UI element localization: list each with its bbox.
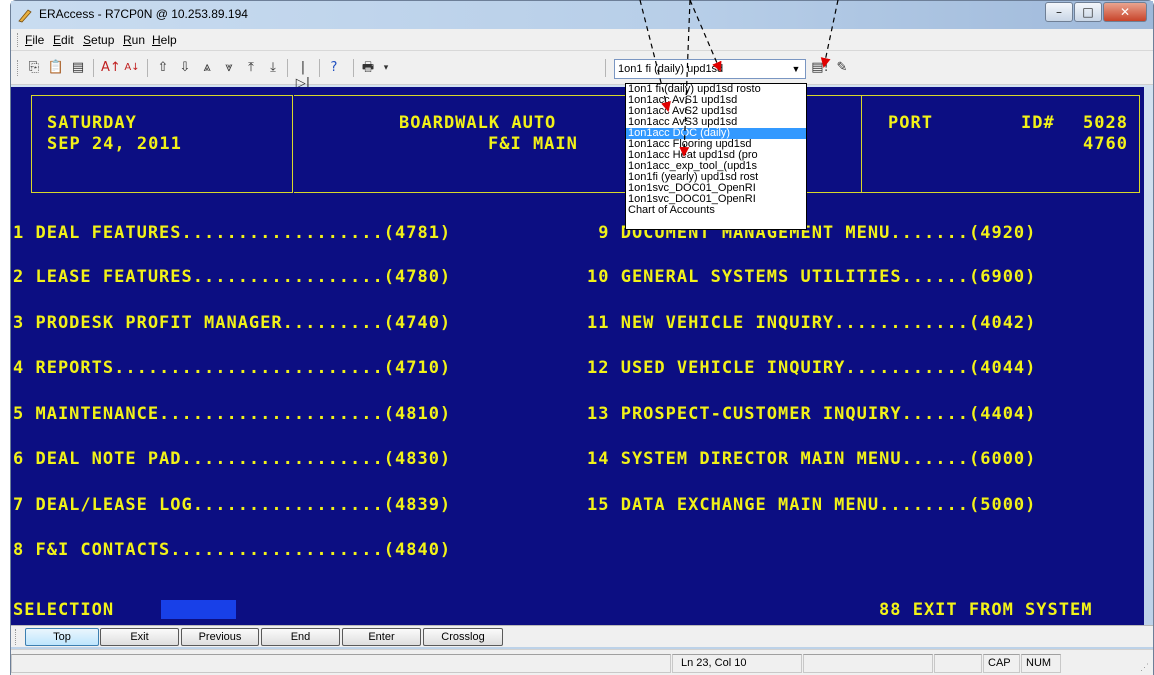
menu-option-right[interactable]: 13 PROSPECT-CUSTOMER INQUIRY......(4404): [587, 404, 1036, 424]
fkey-end-button[interactable]: End: [261, 628, 340, 646]
app-icon: [18, 9, 32, 23]
menu-option-right[interactable]: 11 NEW VEHICLE INQUIRY............(4042): [587, 313, 1036, 333]
window-title: ERAccess - R7CP0N @ 10.253.89.194: [39, 7, 248, 21]
caps-lock-indicator: CAP: [983, 654, 1020, 673]
num-lock-indicator: NUM: [1021, 654, 1061, 673]
cursor-position: Ln 23, Col 10: [672, 654, 802, 673]
toolbar-grip: [17, 60, 20, 76]
page-up-icon[interactable]: ⩓: [198, 60, 216, 76]
menu-option-left[interactable]: 7 DEAL/LEASE LOG.................(4839): [13, 495, 451, 515]
menu-edit[interactable]: Edit: [53, 33, 74, 47]
menu-file[interactable]: File: [25, 33, 44, 47]
menu-option-right[interactable]: 10 GENERAL SYSTEMS UTILITIES......(6900): [587, 267, 1036, 287]
menu-option-left[interactable]: 1 DEAL FEATURES..................(4781): [13, 223, 451, 243]
chevron-down-icon[interactable]: ▼: [789, 62, 803, 76]
menu-option-right[interactable]: 14 SYSTEM DIRECTOR MAIN MENU......(6000): [587, 449, 1036, 469]
font-increase-icon[interactable]: A↑: [101, 60, 121, 76]
fkey-enter-button[interactable]: Enter: [342, 628, 421, 646]
resize-grip-icon[interactable]: ⋰: [1140, 662, 1149, 673]
menu-bar: File Edit Setup Run Help: [11, 29, 1153, 51]
page-down-icon[interactable]: ⩔: [220, 60, 238, 76]
app-window: ERAccess - R7CP0N @ 10.253.89.194 – □ ✕ …: [10, 0, 1154, 675]
toolbar-separator: [93, 59, 94, 77]
print-screen-icon[interactable]: ▤: [69, 60, 87, 76]
toolbar: ⎘ 📋 ▤ A↑ A↓ ⇧ ⇩ ⩓ ⩔ ⤒ ⤓ |▷| ? 🖶 ▾ 1on1 f…: [11, 51, 1153, 91]
edit-script-icon[interactable]: ✎: [833, 60, 851, 76]
toolbar-separator: [605, 59, 606, 77]
menu-run[interactable]: Run: [123, 33, 145, 47]
toolbar-separator: [287, 59, 288, 77]
function-key-bar: Top Exit Previous End Enter Crosslog: [11, 625, 1153, 647]
arrow-down-icon[interactable]: ⇩: [176, 60, 194, 76]
help-icon[interactable]: ?: [325, 60, 343, 76]
header-id-2: 4760: [1083, 134, 1128, 154]
status-bar: Ln 23, Col 10 CAP NUM ⋰: [11, 649, 1153, 675]
menu-help[interactable]: Help: [152, 33, 177, 47]
menu-option-left[interactable]: 6 DEAL NOTE PAD..................(4830): [13, 449, 451, 469]
header-company: BOARDWALK AUTO: [399, 113, 557, 133]
header-port-label: PORT: [888, 113, 933, 133]
copy-icon[interactable]: ⎘: [25, 60, 43, 76]
script-combo-value: 1on1 fi (daily) upd1sd: [618, 63, 724, 75]
top-icon[interactable]: ⤒: [242, 60, 260, 76]
menu-option-right[interactable]: 15 DATA EXCHANGE MAIN MENU........(5000): [587, 495, 1036, 515]
menu-option-left[interactable]: 3 PRODESK PROFIT MANAGER.........(4740): [13, 313, 451, 333]
paste-icon[interactable]: 📋: [47, 60, 65, 76]
status-pane-empty: [803, 654, 933, 673]
print-icon[interactable]: 🖶: [359, 60, 377, 76]
font-decrease-icon[interactable]: A↓: [123, 60, 141, 76]
header-menu-name: F&I MAIN: [488, 134, 578, 154]
toolbar-separator: [353, 59, 354, 77]
header-id-1: 5028: [1083, 113, 1128, 133]
print-dropdown-icon[interactable]: ▾: [377, 60, 395, 76]
terminal-screen[interactable]: SATURDAY SEP 24, 2011 BOARDWALK AUTO F&I…: [11, 87, 1144, 625]
fkey-top-button[interactable]: Top: [25, 628, 99, 646]
exit-option[interactable]: 88 EXIT FROM SYSTEM: [879, 600, 1092, 620]
fkeybar-grip: [15, 629, 18, 645]
status-pane-message: [11, 654, 671, 673]
script-dropdown-list[interactable]: 1on1 fi (daily) upd1sd rosto 1on1acc AvS…: [625, 83, 807, 230]
dropdown-item[interactable]: Chart of Accounts: [626, 205, 806, 216]
menu-option-left[interactable]: 5 MAINTENANCE....................(4810): [13, 404, 451, 424]
menu-setup[interactable]: Setup: [83, 33, 114, 47]
close-button[interactable]: ✕: [1103, 2, 1147, 22]
menubar-grip: [17, 33, 20, 47]
window-controls: – □ ✕: [1044, 2, 1147, 22]
selection-input[interactable]: [161, 600, 236, 619]
record-icon[interactable]: |▷|: [294, 60, 312, 91]
minimize-button[interactable]: –: [1045, 2, 1073, 22]
run-script-icon[interactable]: ▤!: [811, 60, 829, 76]
fkey-crosslog-button[interactable]: Crosslog: [423, 628, 503, 646]
selection-label: SELECTION: [13, 600, 115, 620]
arrow-up-icon[interactable]: ⇧: [154, 60, 172, 76]
menu-option-left[interactable]: 8 F&I CONTACTS...................(4840): [13, 540, 451, 560]
title-bar[interactable]: ERAccess - R7CP0N @ 10.253.89.194 – □ ✕: [11, 1, 1153, 29]
bottom-icon[interactable]: ⤓: [264, 60, 282, 76]
header-id-label: ID#: [1021, 113, 1055, 133]
script-combo[interactable]: 1on1 fi (daily) upd1sd ▼: [614, 59, 806, 79]
header-day: SATURDAY: [47, 113, 137, 133]
fkey-exit-button[interactable]: Exit: [100, 628, 179, 646]
menu-option-left[interactable]: 4 REPORTS........................(4710): [13, 358, 451, 378]
toolbar-separator: [147, 59, 148, 77]
header-date: SEP 24, 2011: [47, 134, 182, 154]
menu-option-left[interactable]: 2 LEASE FEATURES.................(4780): [13, 267, 451, 287]
menu-option-right[interactable]: 12 USED VEHICLE INQUIRY...........(4044): [587, 358, 1036, 378]
status-pane-empty: [934, 654, 982, 673]
toolbar-separator: [319, 59, 320, 77]
fkey-previous-button[interactable]: Previous: [181, 628, 259, 646]
maximize-button[interactable]: □: [1074, 2, 1102, 22]
